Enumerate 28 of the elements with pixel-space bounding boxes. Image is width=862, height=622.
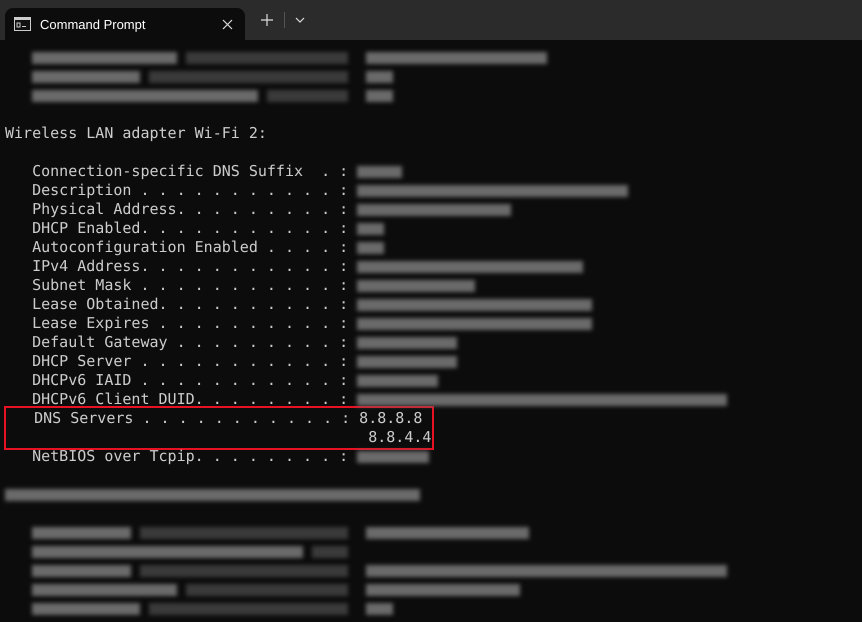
field-label: Lease Expires . . . . . . . . . . : xyxy=(32,314,348,333)
terminal-icon xyxy=(14,17,31,31)
chevron-down-icon[interactable] xyxy=(295,17,305,23)
field-label: DNS Servers . . . . . . . . . . . : xyxy=(34,409,350,428)
field-label: IPv4 Address. . . . . . . . . . . : xyxy=(32,257,348,276)
field-value: 8.8.4.4 xyxy=(368,428,432,447)
field-label: Default Gateway . . . . . . . . . : xyxy=(32,333,348,352)
field-label: DHCP Enabled. . . . . . . . . . . : xyxy=(32,219,348,238)
field-label: Description . . . . . . . . . . . : xyxy=(32,181,348,200)
field-label: Autoconfiguration Enabled . . . . : xyxy=(32,238,348,257)
terminal-tab[interactable]: Command Prompt xyxy=(5,8,245,40)
adapter-heading: Wireless LAN adapter Wi-Fi 2: xyxy=(5,124,267,143)
field-label: DHCP Server . . . . . . . . . . . : xyxy=(32,352,348,371)
blurred-text xyxy=(366,70,394,82)
field-label: Subnet Mask . . . . . . . . . . . : xyxy=(32,276,348,295)
field-label: DHCPv6 IAID . . . . . . . . . . . : xyxy=(32,371,348,390)
field-label: DHCPv6 Client DUID. . . . . . . . : xyxy=(32,390,348,409)
plus-icon[interactable] xyxy=(261,14,273,26)
field-label: Physical Address. . . . . . . . . : xyxy=(32,200,348,219)
field-value: 8.8.8.8 xyxy=(359,409,422,428)
field-label: Connection-specific DNS Suffix . : xyxy=(32,162,348,181)
tab-title: Command Prompt xyxy=(40,16,146,32)
field-label: NetBIOS over Tcpip. . . . . . . . : xyxy=(32,447,348,466)
blurred-text xyxy=(366,602,394,614)
blurred-text xyxy=(366,90,394,102)
blurred-text xyxy=(312,546,348,558)
field-label: Lease Obtained. . . . . . . . . . : xyxy=(32,295,348,314)
close-icon[interactable] xyxy=(222,18,233,30)
